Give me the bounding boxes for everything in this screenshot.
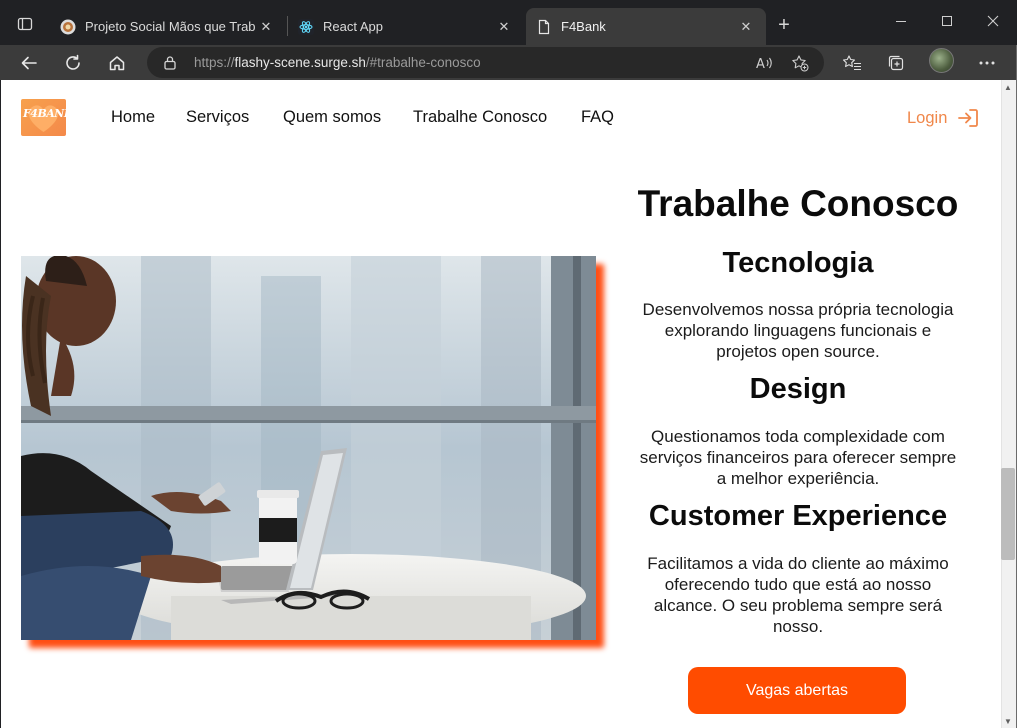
close-tab-icon[interactable]: ✕ [736, 17, 756, 37]
close-tab-icon[interactable]: ✕ [494, 17, 514, 37]
close-window-button[interactable] [970, 7, 1016, 35]
page-favicon-icon [536, 19, 552, 35]
web-page: F4BANK Home Serviços Quem somos Trabalhe… [1, 80, 1001, 728]
react-favicon-icon [298, 18, 314, 35]
address-bar[interactable]: https://flashy-scene.surge.sh/#trabalhe-… [147, 47, 824, 78]
url-text: https://flashy-scene.surge.sh/#trabalhe-… [194, 55, 481, 70]
tab-react-app[interactable]: React App ✕ [288, 8, 524, 45]
tab-projeto-social[interactable]: Projeto Social Mãos que Trabalha ✕ [50, 8, 286, 45]
tab-f4bank[interactable]: F4Bank ✕ [526, 8, 766, 45]
new-tab-button[interactable]: + [770, 13, 798, 37]
maximize-window-button[interactable] [924, 7, 970, 35]
text-line: Facilitamos a vida do cliente ao máximo [647, 554, 949, 573]
woman-laptop-illustration [21, 256, 596, 640]
svg-text:A: A [756, 57, 765, 71]
customer-experience-text: Facilitamos a vida do cliente ao máximo … [601, 553, 995, 637]
tab-title: React App [323, 19, 383, 34]
home-button[interactable] [102, 48, 132, 78]
login-arrow-icon [958, 109, 979, 127]
customer-experience-title: Customer Experience [648, 500, 948, 532]
work-photo [21, 256, 596, 640]
url-scheme: https:// [194, 55, 235, 70]
nav-quem-somos[interactable]: Quem somos [283, 108, 381, 127]
tab-title: F4Bank [561, 19, 606, 34]
page-scrollbar[interactable] [1001, 80, 1016, 728]
social-project-favicon-icon [60, 19, 76, 35]
tecnologia-text: Desenvolvemos nossa própria tecnologia e… [601, 299, 995, 362]
text-line: nosso. [772, 617, 824, 636]
add-favorite-icon[interactable] [790, 53, 810, 73]
more-options-icon[interactable] [973, 49, 1001, 77]
design-title: Design [749, 373, 847, 405]
tecnologia-title: Tecnologia [722, 247, 874, 279]
read-aloud-icon[interactable]: A [755, 53, 775, 73]
logo-text: F4BANK [23, 107, 66, 120]
text-line: Desenvolvemos nossa própria tecnologia [642, 300, 954, 319]
login-button[interactable]: Login [907, 108, 979, 128]
profile-avatar[interactable] [929, 48, 954, 73]
f4bank-logo[interactable]: F4BANK [21, 99, 66, 136]
nav-faq[interactable]: FAQ [581, 108, 614, 127]
nav-trabalhe-conosco[interactable]: Trabalhe Conosco [413, 108, 547, 127]
text-line: projetos open source. [716, 342, 880, 361]
minimize-window-button[interactable] [878, 7, 924, 35]
browser-tab-strip: Projeto Social Mãos que Trabalha ✕ React… [0, 0, 1017, 45]
vagas-abertas-button[interactable]: Vagas abertas [688, 667, 906, 714]
url-host: flashy-scene.surge.sh [234, 55, 366, 70]
lock-icon[interactable] [163, 55, 177, 75]
browser-toolbar: https://flashy-scene.surge.sh/#trabalhe-… [0, 45, 1017, 80]
tab-actions-icon[interactable] [8, 10, 42, 38]
text-line: explorando linguagens funcionais e [664, 321, 932, 340]
text-line: alcance. O seu problema sempre será [653, 596, 943, 615]
scroll-up-arrow-icon[interactable]: ▲ [1003, 82, 1013, 92]
text-line: a melhor experiência. [716, 469, 880, 488]
nav-home[interactable]: Home [111, 108, 155, 127]
collections-icon[interactable] [882, 49, 910, 77]
tab-title: Projeto Social Mãos que Trabalha [85, 19, 256, 34]
design-text: Questionamos toda complexidade com servi… [601, 426, 995, 489]
text-line: serviços financeiros para oferecer sempr… [639, 448, 957, 467]
nav-servicos[interactable]: Serviços [186, 108, 249, 127]
close-tab-icon[interactable]: ✕ [256, 17, 276, 37]
text-line: Questionamos toda complexidade com [651, 427, 945, 446]
favorites-icon[interactable] [838, 49, 866, 77]
back-button[interactable] [14, 48, 44, 78]
login-label: Login [907, 108, 948, 127]
text-line: oferecendo tudo que está ao nosso [664, 575, 932, 594]
refresh-button[interactable] [58, 48, 88, 78]
url-path: /#trabalhe-conosco [365, 55, 481, 70]
scroll-down-arrow-icon[interactable]: ▼ [1003, 716, 1013, 726]
scrollbar-thumb[interactable] [1001, 468, 1015, 560]
section-heading: Trabalhe Conosco [637, 183, 959, 224]
